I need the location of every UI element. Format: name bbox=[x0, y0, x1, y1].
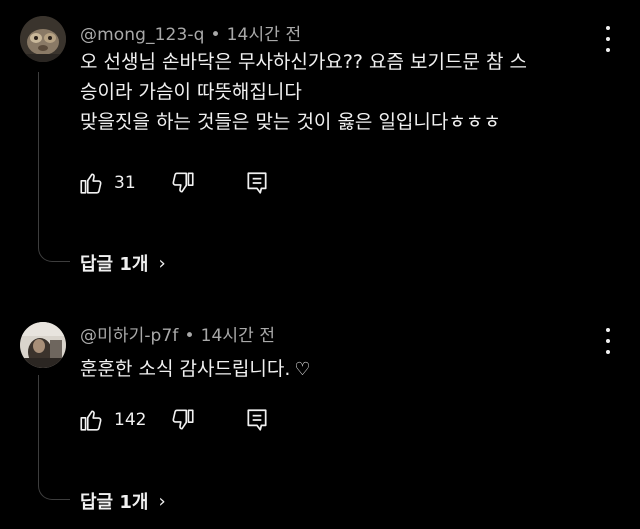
view-replies-button[interactable]: 답글 1개 › bbox=[80, 250, 166, 276]
comment-actions: 142 bbox=[78, 405, 270, 435]
meta-separator: • bbox=[210, 25, 221, 45]
comment: @mong_123-q • 14시간 전 오 선생님 손바닥은 무사하신가요?? 요… bbox=[0, 0, 640, 290]
comment-meta: @mong_123-q • 14시간 전 bbox=[80, 20, 301, 45]
comment-line: 오 선생님 손바닥은 무사하신가요?? 요즘 보기드문 참 스 bbox=[80, 51, 528, 73]
comment-line: 승이라 가슴이 따뜻해집니다 bbox=[80, 81, 302, 103]
author-handle[interactable]: @mong_123-q bbox=[80, 25, 205, 45]
chevron-right-icon: › bbox=[158, 252, 166, 274]
heart-icon: ♡ bbox=[294, 359, 311, 380]
thumbs-up-icon bbox=[80, 410, 102, 431]
thread-connector bbox=[38, 72, 70, 262]
thread-connector bbox=[38, 375, 70, 500]
chevron-right-icon: › bbox=[158, 490, 166, 512]
thumbs-up-icon bbox=[80, 173, 102, 194]
like-button[interactable]: 31 bbox=[78, 170, 162, 196]
author-handle[interactable]: @미하기-p7f bbox=[80, 326, 178, 346]
comment-line-text: 훈훈한 소식 감사드립니다. bbox=[80, 358, 291, 380]
reply-button[interactable] bbox=[244, 407, 270, 433]
avatar-image bbox=[20, 322, 66, 368]
replies-label: 답글 1개 bbox=[80, 492, 149, 513]
comment-time: 14시간 전 bbox=[200, 326, 276, 346]
like-count: 31 bbox=[114, 173, 136, 193]
avatar[interactable] bbox=[20, 322, 66, 368]
like-button[interactable]: 142 bbox=[78, 407, 162, 433]
reply-icon bbox=[247, 172, 267, 194]
like-count: 142 bbox=[114, 410, 147, 430]
dislike-button[interactable] bbox=[170, 407, 196, 433]
comment-meta: @미하기-p7f • 14시간 전 bbox=[80, 321, 275, 346]
thumbs-down-icon bbox=[172, 409, 194, 430]
comment-text: 훈훈한 소식 감사드립니다. ♡ bbox=[80, 354, 620, 385]
thumbs-down-icon bbox=[172, 172, 194, 193]
comment-text: 오 선생님 손바닥은 무사하신가요?? 요즘 보기드문 참 스 승이라 가슴이 … bbox=[80, 47, 620, 137]
dislike-button[interactable] bbox=[170, 170, 196, 196]
more-vert-icon[interactable] bbox=[604, 328, 612, 354]
comment-actions: 31 bbox=[78, 168, 270, 198]
comment-line: 훈훈한 소식 감사드립니다. ♡ bbox=[80, 354, 620, 385]
avatar-image bbox=[20, 16, 66, 62]
reply-button[interactable] bbox=[244, 170, 270, 196]
meta-separator: • bbox=[184, 326, 195, 346]
replies-label: 답글 1개 bbox=[80, 254, 149, 275]
reply-icon bbox=[247, 409, 267, 431]
comment: @미하기-p7f • 14시간 전 훈훈한 소식 감사드립니다. ♡ 142 답… bbox=[0, 305, 640, 529]
avatar[interactable] bbox=[20, 16, 66, 62]
view-replies-button[interactable]: 답글 1개 › bbox=[80, 488, 166, 514]
comment-line: 맞을짓을 하는 것들은 맞는 것이 옳은 일입니다ㅎㅎㅎ bbox=[80, 111, 501, 133]
comment-time: 14시간 전 bbox=[226, 25, 302, 45]
